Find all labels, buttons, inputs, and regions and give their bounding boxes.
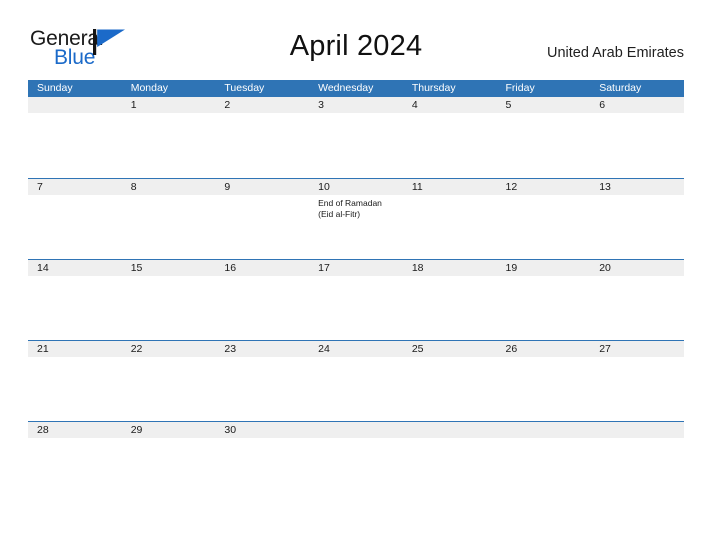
day-cell-group: 28 29 30 xyxy=(28,422,684,502)
calendar-day-cell-8[interactable]: 8 xyxy=(122,179,216,259)
day-number: 18 xyxy=(411,262,424,274)
calendar-day-cell-13[interactable]: 13 xyxy=(590,179,684,259)
day-number: 23 xyxy=(224,343,237,355)
event-text: (Eid al-Fitr) xyxy=(318,209,361,219)
weekday-header-wednesday: Wednesday xyxy=(318,82,374,94)
day-cell-group: 21 22 23 24 25 26 27 xyxy=(28,341,684,421)
day-number: 8 xyxy=(130,181,137,193)
day-number xyxy=(497,422,591,438)
day-number: 12 xyxy=(505,181,518,193)
calendar-day-cell-19[interactable]: 19 xyxy=(497,260,591,340)
day-number: 22 xyxy=(130,343,143,355)
calendar-day-cell-21[interactable]: 21 xyxy=(28,341,122,421)
day-number: 11 xyxy=(411,181,423,193)
day-events: End of Ramadan (Eid al-Fitr) xyxy=(309,195,403,220)
day-number xyxy=(403,422,497,438)
calendar-day-cell-29[interactable]: 29 xyxy=(122,422,216,502)
day-number: 24 xyxy=(318,343,330,355)
calendar-day-cell-14[interactable]: 14 xyxy=(28,260,122,340)
day-number: 6 xyxy=(599,99,606,111)
calendar-day-cell-6[interactable]: 6 xyxy=(590,97,684,177)
calendar-day-cell-23[interactable]: 23 xyxy=(215,341,309,421)
weekday-header-tuesday: Tuesday xyxy=(224,82,265,94)
day-number: 25 xyxy=(411,343,424,355)
day-number xyxy=(309,422,403,438)
calendar-day-cell-12[interactable]: 12 xyxy=(497,179,591,259)
calendar-day-cell-1[interactable]: 1 xyxy=(122,97,216,177)
day-number: 7 xyxy=(37,181,43,193)
day-number: 17 xyxy=(318,262,330,274)
weekday-header-friday: Friday xyxy=(505,82,535,94)
weekday-header-monday: Monday xyxy=(130,82,169,94)
region-label: United Arab Emirates xyxy=(546,45,684,61)
day-cell-group: 14 15 16 17 18 19 20 xyxy=(28,260,684,340)
day-number: 28 xyxy=(37,424,49,436)
day-number: 4 xyxy=(411,99,418,111)
day-number: 26 xyxy=(505,343,518,355)
day-number: 15 xyxy=(130,262,143,274)
calendar-week-row: 1 2 3 4 5 6 xyxy=(28,97,684,178)
weekday-header-thursday: Thursday xyxy=(411,82,456,94)
calendar-day-cell-20[interactable]: 20 xyxy=(590,260,684,340)
weekday-header-row: Sunday Monday Tuesday Wednesday Thursday… xyxy=(28,80,684,97)
calendar-week-row: 28 29 30 xyxy=(28,421,684,502)
calendar-day-cell-18[interactable]: 18 xyxy=(403,260,497,340)
calendar-day-cell-16[interactable]: 16 xyxy=(215,260,309,340)
calendar-day-cell-9[interactable]: 9 xyxy=(215,179,309,259)
calendar-day-cell-empty xyxy=(309,422,403,502)
page-header: General Blue April 2024 United Arab Emir… xyxy=(0,0,712,78)
calendar-day-cell-11[interactable]: 11 xyxy=(403,179,497,259)
calendar-day-cell-empty xyxy=(590,422,684,502)
day-number: 9 xyxy=(224,181,231,193)
calendar-day-cell-7[interactable]: 7 xyxy=(28,179,122,259)
day-number: 2 xyxy=(224,99,231,111)
calendar-week-row: 14 15 16 17 18 19 20 xyxy=(28,259,684,340)
day-number: 5 xyxy=(505,99,512,111)
calendar-day-cell-15[interactable]: 15 xyxy=(122,260,216,340)
calendar-day-cell-30[interactable]: 30 xyxy=(215,422,309,502)
day-number: 10 xyxy=(318,181,330,193)
weekday-header-saturday: Saturday xyxy=(599,82,642,94)
day-number: 27 xyxy=(599,343,611,355)
day-number xyxy=(590,422,684,438)
day-number: 29 xyxy=(130,424,143,436)
day-cell-group: 7 8 9 10 End of Ramadan (Eid al-Fitr) 11 12 13 xyxy=(28,179,684,259)
weekday-header-sunday: Sunday xyxy=(37,82,73,94)
day-number: 30 xyxy=(224,424,237,436)
day-number xyxy=(28,97,122,113)
calendar-day-cell-28[interactable]: 28 xyxy=(28,422,122,502)
calendar-day-cell-5[interactable]: 5 xyxy=(497,97,591,177)
calendar-day-cell-empty xyxy=(497,422,591,502)
calendar-day-cell-22[interactable]: 22 xyxy=(122,341,216,421)
day-number: 16 xyxy=(224,262,237,274)
event-text: End of Ramadan xyxy=(318,198,382,208)
calendar-day-cell-3[interactable]: 3 xyxy=(309,97,403,177)
calendar-day-cell-empty xyxy=(28,97,122,177)
calendar-grid: Sunday Monday Tuesday Wednesday Thursday… xyxy=(28,80,684,502)
calendar-day-cell-10[interactable]: 10 End of Ramadan (Eid al-Fitr) xyxy=(309,179,403,259)
calendar-day-cell-2[interactable]: 2 xyxy=(215,97,309,177)
calendar-day-cell-4[interactable]: 4 xyxy=(403,97,497,177)
calendar-week-row: 7 8 9 10 End of Ramadan (Eid al-Fitr) 11 12 13 xyxy=(28,178,684,259)
day-number: 14 xyxy=(37,262,49,274)
day-cell-group: 1 2 3 4 5 6 xyxy=(28,97,684,177)
day-number: 3 xyxy=(318,99,324,111)
calendar-day-cell-17[interactable]: 17 xyxy=(309,260,403,340)
day-number: 1 xyxy=(130,99,137,111)
day-number: 19 xyxy=(505,262,518,274)
calendar-day-cell-empty xyxy=(403,422,497,502)
calendar-weeks: 1 2 3 4 5 6 7 8 9 10 End of Ramadan (Eid al-Fitr) 11… xyxy=(28,97,684,502)
day-number: 13 xyxy=(599,181,611,193)
day-number: 20 xyxy=(599,262,611,274)
calendar-day-cell-26[interactable]: 26 xyxy=(497,341,591,421)
calendar-day-cell-27[interactable]: 27 xyxy=(590,341,684,421)
day-number: 21 xyxy=(37,343,49,355)
calendar-day-cell-24[interactable]: 24 xyxy=(309,341,403,421)
calendar-day-cell-25[interactable]: 25 xyxy=(403,341,497,421)
calendar-week-row: 21 22 23 24 25 26 27 xyxy=(28,340,684,421)
